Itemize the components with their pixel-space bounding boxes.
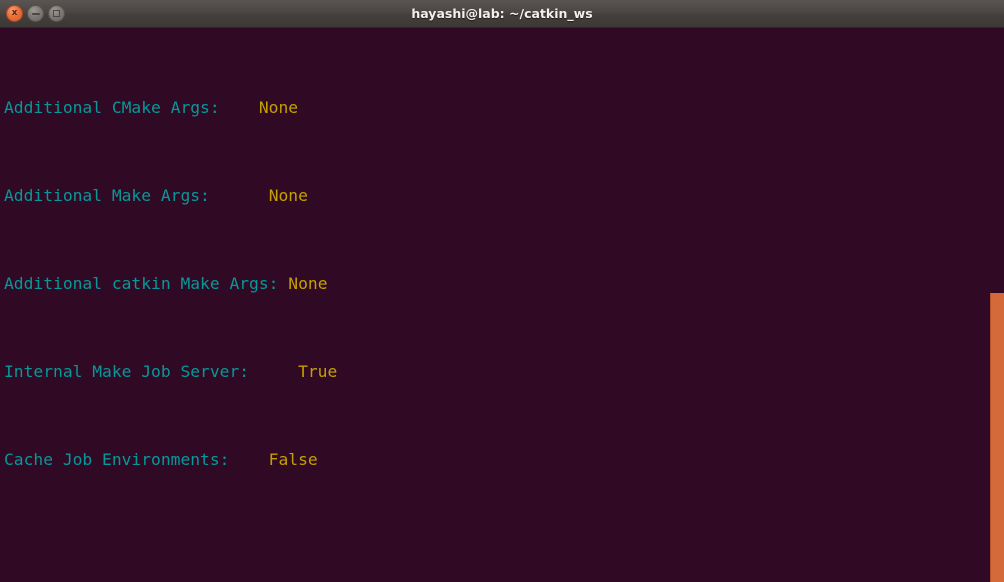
config-value: False [268,450,318,469]
window-controls: x [0,5,65,22]
maximize-icon [53,10,60,17]
close-button[interactable]: x [6,5,23,22]
config-row: Cache Job Environments: False [4,449,984,471]
config-row: Additional catkin Make Args: None [4,273,984,295]
config-row: Additional Make Args: None [4,185,984,207]
config-row: Internal Make Job Server: True [4,361,984,383]
scrollbar-thumb[interactable] [990,293,1004,582]
terminal-window: x hayashi@lab: ~/catkin_ws Additional CM… [0,0,1004,582]
pad [220,98,259,117]
close-icon: x [11,8,18,18]
config-label: Additional Make Args: [4,186,210,205]
config-value: None [288,274,328,293]
window-titlebar[interactable]: x hayashi@lab: ~/catkin_ws [0,0,1004,28]
config-label: Additional CMake Args: [4,98,220,117]
config-label: Internal Make Job Server: [4,362,250,381]
config-value: None [268,186,308,205]
config-value: True [298,362,338,381]
window-title: hayashi@lab: ~/catkin_ws [411,6,593,21]
terminal-screen: Additional CMake Args: None Additional M… [4,31,984,582]
config-value: None [258,98,299,117]
config-row: Additional CMake Args: None [4,97,984,119]
minimize-button[interactable] [27,5,44,22]
pad [229,450,268,469]
terminal-body[interactable]: Additional CMake Args: None Additional M… [0,28,1004,582]
config-label: Cache Job Environments: [4,450,230,469]
scrollbar-track[interactable] [990,28,1004,582]
pad [210,186,269,205]
minimize-icon [31,12,40,15]
pad [249,362,298,381]
config-label: Additional catkin Make Args: [4,274,279,293]
maximize-button[interactable] [48,5,65,22]
pad [278,274,288,293]
